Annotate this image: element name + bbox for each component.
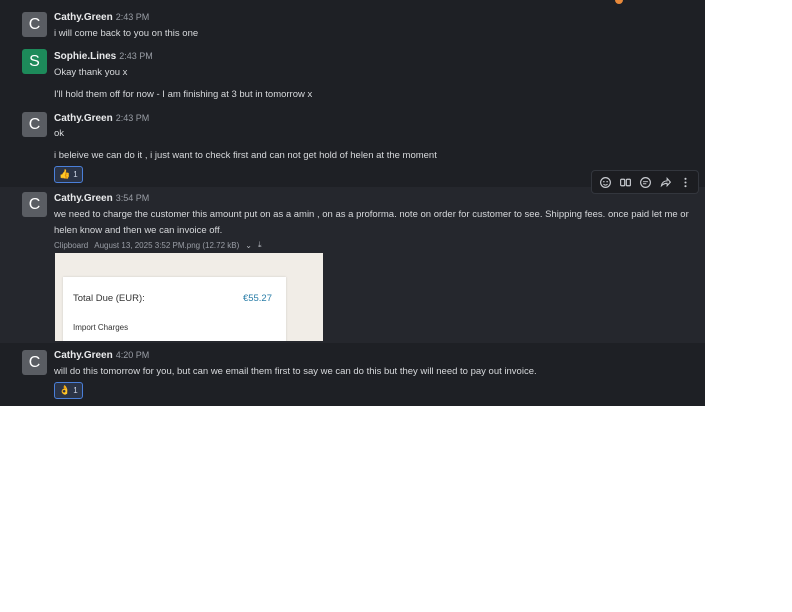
attachment-source: Clipboard — [54, 240, 89, 250]
avatar[interactable]: C — [22, 12, 47, 37]
forward-icon[interactable] — [657, 174, 674, 191]
timestamp: 2:43 PM — [115, 113, 150, 123]
more-options-icon[interactable] — [677, 174, 694, 191]
timestamp: 2:43 PM — [115, 12, 150, 22]
avatar[interactable]: C — [22, 350, 47, 375]
message-text: we need to charge the customer this amou… — [54, 209, 689, 236]
message-text: i will come back to you on this one — [54, 28, 199, 39]
thumbs-up-icon: 👍 — [59, 169, 71, 179]
reply-in-thread-icon[interactable] — [637, 174, 654, 191]
reaction-count: 1 — [73, 386, 78, 395]
author-name[interactable]: Cathy.Green — [54, 113, 113, 124]
reaction-count: 1 — [73, 170, 78, 179]
total-due-label: Total Due (EUR): — [73, 293, 145, 304]
message-header: Sophie.Lines 2:43 PM — [54, 50, 153, 63]
author-name[interactable]: Sophie.Lines — [54, 51, 116, 62]
invoice-card: Total Due (EUR): €55.27 Import Charges — [63, 277, 286, 341]
author-name[interactable]: Cathy.Green — [54, 350, 113, 361]
reaction-ok-hand[interactable]: 👌 1 — [54, 382, 83, 399]
message-header: Cathy.Green 3:54 PM — [54, 192, 149, 205]
attachment-filename[interactable]: August 13, 2025 3:52 PM.png (12.72 kB) — [94, 241, 239, 250]
message-actions-toolbar — [591, 170, 699, 194]
attachment-info: Clipboard August 13, 2025 3:52 PM.png (1… — [54, 240, 261, 250]
timestamp: 2:43 PM — [119, 51, 153, 61]
message-item[interactable]: S Sophie.Lines 2:43 PM Okay thank you x I… — [0, 47, 705, 107]
message-header: Cathy.Green 2:43 PM — [54, 11, 149, 24]
message-text: Okay thank you x — [54, 67, 128, 78]
message-text: ok — [54, 128, 65, 139]
download-icon[interactable]: ⤓ — [258, 240, 262, 250]
chevron-down-icon[interactable]: ⌄ — [245, 241, 252, 250]
author-name[interactable]: Cathy.Green — [54, 12, 113, 23]
timestamp: 3:54 PM — [115, 193, 150, 203]
add-reaction-icon[interactable] — [597, 174, 614, 191]
quote-icon[interactable] — [617, 174, 634, 191]
message-header: Cathy.Green 4:20 PM — [54, 349, 149, 362]
message-item[interactable]: C Cathy.Green 2:43 PM i will come back to… — [0, 0, 705, 47]
chat-message-list: C Cathy.Green 2:43 PM i will come back to… — [0, 0, 705, 406]
message-text: i beleive we can do it , i just want to … — [54, 150, 437, 161]
ok-hand-icon: 👌 — [59, 385, 71, 395]
import-charges-label: Import Charges — [73, 323, 129, 332]
total-due-amount: €55.27 — [242, 293, 272, 304]
avatar[interactable]: C — [22, 112, 47, 137]
author-name[interactable]: Cathy.Green — [54, 193, 113, 204]
timestamp: 4:20 PM — [115, 350, 150, 360]
avatar[interactable]: C — [22, 192, 47, 217]
attachment-image-preview[interactable]: Total Due (EUR): €55.27 Import Charges — [55, 253, 323, 341]
message-item[interactable]: C Cathy.Green 4:20 PM will do this tomorr… — [0, 343, 705, 406]
reaction-thumbs-up[interactable]: 👍 1 — [54, 166, 83, 183]
message-header: Cathy.Green 2:43 PM — [54, 112, 149, 125]
message-text: I'll hold them off for now - I am finish… — [54, 89, 313, 100]
avatar[interactable]: S — [22, 49, 47, 74]
message-text: will do this tomorrow for you, but can w… — [54, 366, 537, 377]
